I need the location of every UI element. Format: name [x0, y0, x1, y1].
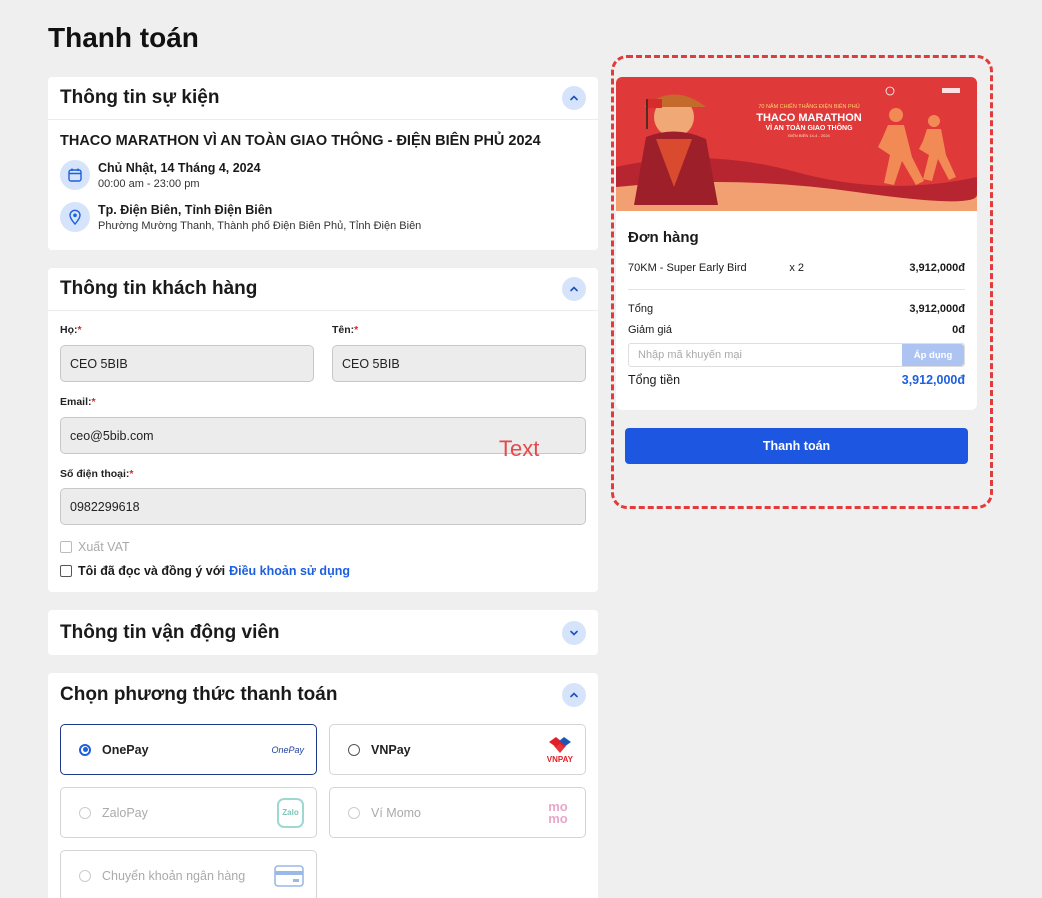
payment-option-label: Chuyển khoản ngân hàng — [102, 868, 246, 883]
vnpay-logo: VNPAY — [547, 736, 573, 764]
total-label: Tổng tiền — [628, 373, 681, 387]
subtotal-value: 3,912,000đ — [909, 303, 965, 315]
discount-value: 0đ — [952, 324, 965, 336]
event-info-title: Thông tin sự kiện — [60, 87, 220, 108]
last-name-label: Họ:* — [60, 324, 82, 336]
vat-checkbox[interactable] — [60, 541, 72, 553]
payment-method-header[interactable]: Chọn phương thức thanh toán — [48, 673, 598, 716]
banner-line4: ĐIỆN BIÊN 14-4 - 2024 — [788, 133, 830, 138]
order-summary-card: 70 NĂM CHIẾN THẮNG ĐIỆN BIÊN PHỦ THACO M… — [616, 77, 977, 410]
phone-label: Số điện thoại:* — [60, 468, 134, 480]
payment-option-bank-transfer[interactable]: Chuyển khoản ngân hàng — [60, 850, 317, 898]
event-date-row: Chủ Nhật, 14 Tháng 4, 2024 00:00 am - 23… — [60, 160, 261, 190]
order-title: Đơn hàng — [628, 229, 699, 246]
total-value: 3,912,000đ — [901, 373, 965, 387]
order-item-name: 70KM - Super Early Bird — [628, 262, 747, 274]
overlay-text-annotation: Text — [499, 436, 540, 461]
vat-label: Xuất VAT — [78, 540, 130, 554]
payment-method-title: Chọn phương thức thanh toán — [60, 683, 338, 705]
customer-info-card: Thông tin khách hàng Họ:* CEO 5BIB Tên:*… — [48, 268, 598, 592]
terms-label: Tôi đã đọc và đồng ý với — [78, 564, 226, 578]
event-name: THACO MARATHON VÌ AN TOÀN GIAO THÔNG - Đ… — [60, 133, 541, 149]
bank-card-icon — [274, 864, 304, 887]
promo-code-group: Nhập mã khuyến mại Áp dụng — [628, 343, 965, 367]
email-label: Email:* — [60, 396, 96, 408]
onepay-logo: OnePay — [271, 744, 304, 755]
phone-field[interactable]: 0982299618 — [60, 488, 586, 525]
athlete-info-card: Thông tin vận động viên — [48, 610, 598, 655]
zalopay-radio[interactable] — [79, 806, 91, 819]
payment-option-vnpay[interactable]: VNPay VNPAY — [329, 724, 586, 775]
event-banner-image: 70 NĂM CHIẾN THẮNG ĐIỆN BIÊN PHỦ THACO M… — [616, 77, 977, 211]
banner-line2: THACO MARATHON — [756, 112, 862, 124]
athlete-info-title: Thông tin vận động viên — [60, 621, 280, 643]
promo-code-input[interactable]: Nhập mã khuyến mại — [629, 344, 902, 366]
event-address: Phường Mường Thanh, Thành phố Điện Biên … — [98, 220, 422, 232]
terms-checkbox-row: Tôi đã đọc và đồng ý với Điều khoản sử d… — [60, 564, 350, 578]
order-item-qty: x 2 — [789, 262, 805, 274]
payment-option-momo[interactable]: Ví Momo mo mo — [329, 787, 586, 838]
first-name-field[interactable]: CEO 5BIB — [332, 345, 586, 382]
chevron-up-icon[interactable] — [562, 86, 586, 110]
terms-link[interactable]: Điều khoản sử dụng — [229, 564, 350, 578]
page-title: Thanh toán — [48, 22, 199, 53]
chevron-down-icon[interactable] — [562, 620, 586, 645]
payment-option-label: Ví Momo — [371, 805, 422, 820]
event-location-row: Tp. Điện Biên, Tỉnh Điện Biên Phường Mườ… — [60, 202, 421, 232]
payment-option-zalopay[interactable]: ZaloPay Zalo — [60, 787, 317, 838]
athlete-info-header[interactable]: Thông tin vận động viên — [48, 610, 598, 655]
payment-option-label: ZaloPay — [102, 805, 148, 820]
payment-option-label: OnePay — [102, 742, 149, 757]
order-item-row: 70KM - Super Early Bird x 2 3,912,000đ — [628, 262, 965, 274]
momo-radio[interactable] — [348, 806, 360, 819]
chevron-up-icon[interactable] — [562, 277, 586, 301]
terms-checkbox[interactable] — [60, 565, 72, 577]
event-info-header[interactable]: Thông tin sự kiện — [48, 77, 598, 120]
bank-transfer-radio[interactable] — [79, 869, 91, 882]
momo-logo: mo mo — [548, 798, 568, 826]
first-name-label: Tên:* — [332, 324, 359, 336]
discount-row: Giảm giá 0đ — [628, 324, 965, 336]
customer-info-header[interactable]: Thông tin khách hàng — [48, 268, 598, 311]
subtotal-label: Tổng — [628, 303, 654, 315]
zalopay-logo: Zalo — [277, 797, 304, 828]
event-time: 00:00 am - 23:00 pm — [98, 178, 200, 190]
order-divider — [628, 289, 965, 290]
last-name-field[interactable]: CEO 5BIB — [60, 345, 314, 382]
banner-line1: 70 NĂM CHIẾN THẮNG ĐIỆN BIÊN PHỦ — [758, 102, 859, 110]
event-place: Tp. Điện Biên, Tỉnh Điện Biên — [98, 203, 273, 217]
onepay-radio[interactable] — [79, 743, 91, 756]
banner-line3: VÌ AN TOÀN GIAO THÔNG — [765, 123, 853, 132]
chevron-up-icon[interactable] — [562, 682, 586, 707]
order-item-price: 3,912,000đ — [909, 262, 965, 274]
event-info-card: Thông tin sự kiện THACO MARATHON VÌ AN T… — [48, 77, 598, 250]
payment-method-card: Chọn phương thức thanh toán OnePay OnePa… — [48, 673, 598, 898]
payment-option-label: VNPay — [371, 742, 411, 757]
calendar-icon — [60, 160, 90, 190]
payment-option-onepay[interactable]: OnePay OnePay — [60, 724, 317, 775]
event-date: Chủ Nhật, 14 Tháng 4, 2024 — [98, 161, 261, 175]
apply-promo-button[interactable]: Áp dụng — [902, 344, 964, 366]
customer-info-title: Thông tin khách hàng — [60, 278, 258, 299]
checkout-button[interactable]: Thanh toán — [625, 428, 968, 464]
vat-checkbox-row: Xuất VAT — [60, 540, 130, 554]
subtotal-row: Tổng 3,912,000đ — [628, 303, 965, 315]
total-row: Tổng tiền 3,912,000đ — [628, 373, 965, 387]
location-pin-icon — [60, 202, 90, 232]
vnpay-radio[interactable] — [348, 743, 360, 756]
discount-label: Giảm giá — [628, 324, 673, 336]
